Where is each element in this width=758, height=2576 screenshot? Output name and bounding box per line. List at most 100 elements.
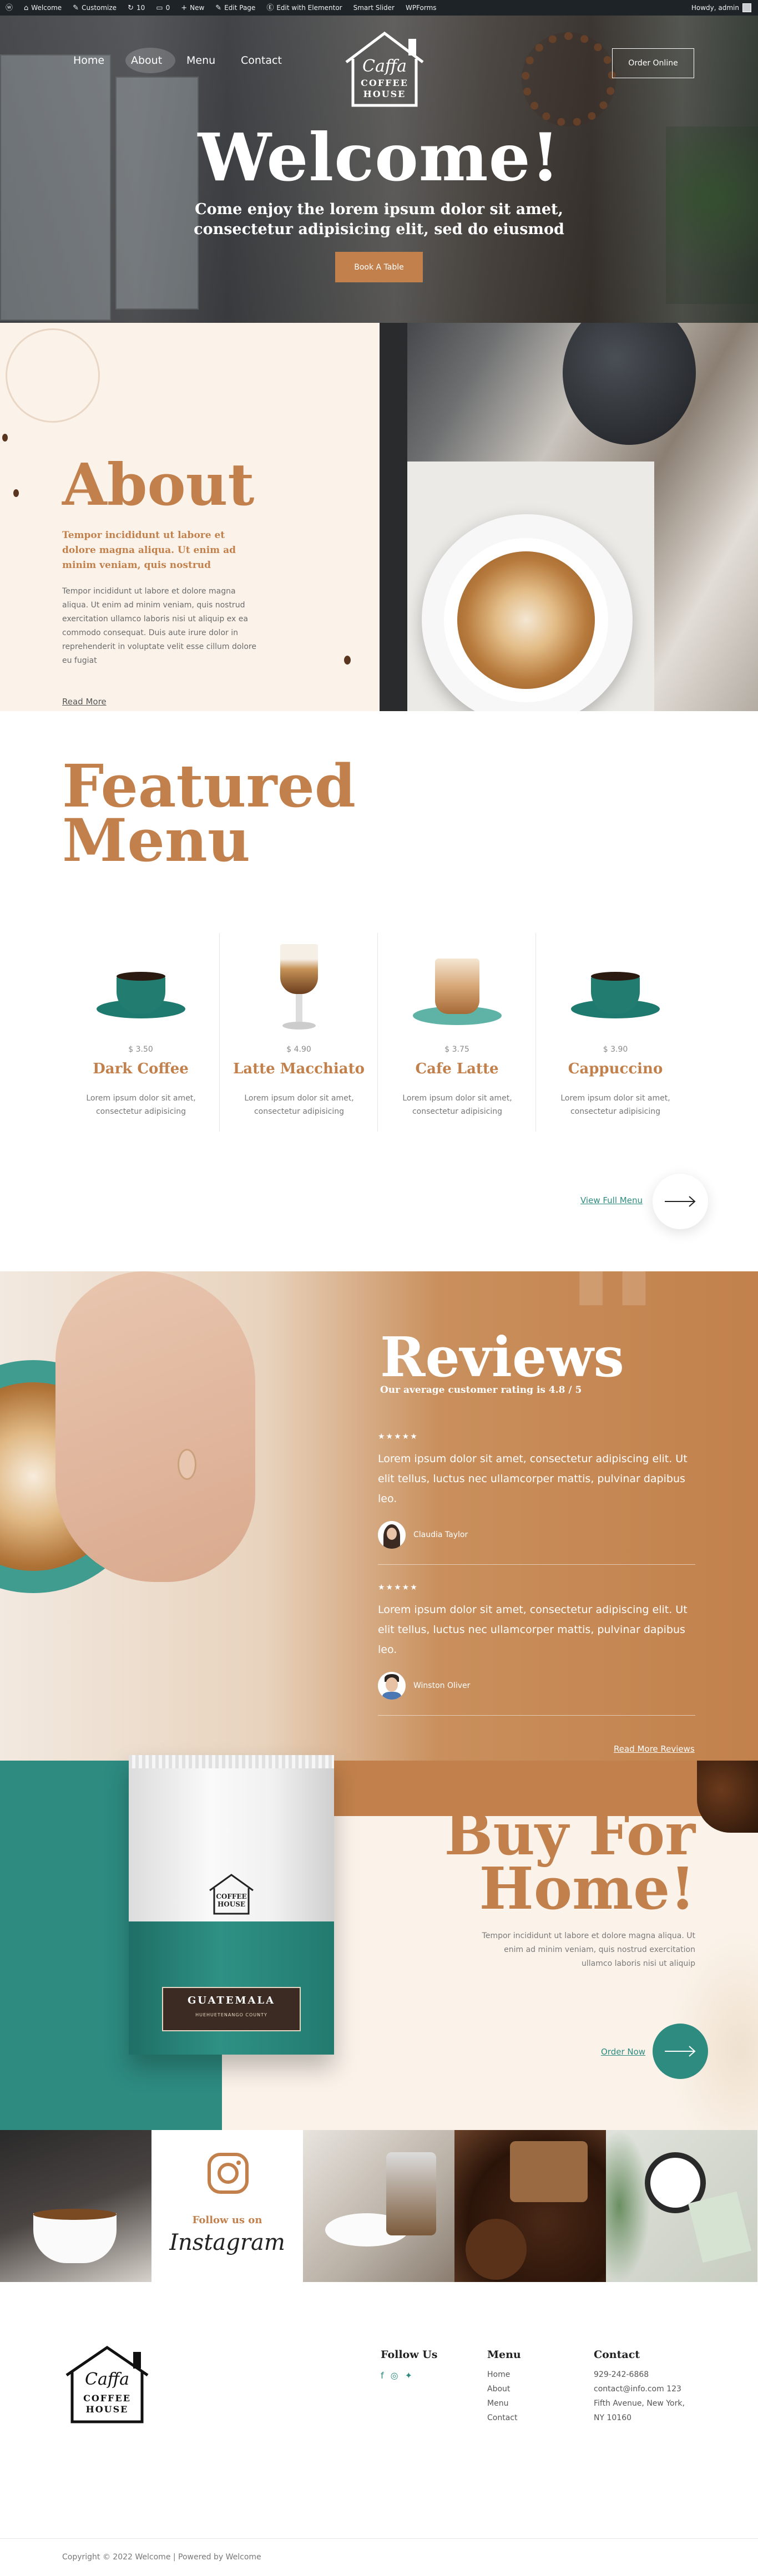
menu-desc: Lorem ipsum dolor sit amet, consectetur … <box>560 1094 670 1116</box>
review-stars: ★★★★★ <box>378 1432 418 1441</box>
featured-menu-title: Featured Menu <box>62 757 356 870</box>
review-author-name: Winston Oliver <box>413 1681 471 1690</box>
footer-menu-item[interactable]: Menu <box>487 2396 521 2411</box>
nav-about-highlight <box>125 48 175 73</box>
menu-name: Latte Macchiato <box>233 1061 365 1077</box>
instagram-follow-text: Follow us on <box>192 2214 262 2226</box>
footer-contact-address: Fifth Avenue, New York, <box>594 2399 685 2408</box>
wp-admin-bar: ⓦ ⌂ Welcome ✎ Customize ↻ 10 ▭ 0 + New ✎ Edit … <box>0 0 758 16</box>
glass-image <box>277 944 321 1038</box>
menu-card[interactable]: $ 3.75 Cafe Latte Lorem ipsum dolor sit … <box>378 933 536 1132</box>
hand <box>55 1271 255 1582</box>
reviews-section: " Reviews Our average customer rating is… <box>0 1227 758 1761</box>
twitter-icon[interactable]: ✦ <box>405 2369 412 2383</box>
nav-menu[interactable]: Menu <box>186 54 215 67</box>
footer-menu-item[interactable]: Contact <box>487 2411 521 2425</box>
footer-menu-item[interactable]: Home <box>487 2367 521 2382</box>
admin-avatar <box>742 3 751 12</box>
menu-card[interactable]: $ 3.90 Cappuccino Lorem ipsum dolor sit … <box>537 933 694 1132</box>
plus-icon: + <box>181 3 188 12</box>
teal-panel <box>0 1761 140 2130</box>
instagram-tile[interactable] <box>303 2130 454 2282</box>
instagram-tile[interactable] <box>454 2130 606 2282</box>
review-author-name: Claudia Taylor <box>413 1530 468 1539</box>
instagram-tile[interactable] <box>606 2130 757 2282</box>
logo-script: Caffa <box>362 57 407 76</box>
admin-elementor-label: Edit with Elementor <box>276 4 342 12</box>
coffee-bean-decor <box>13 489 19 497</box>
bag-logo-line2: HOUSE <box>217 1900 246 1908</box>
admin-new-label: New <box>190 4 205 12</box>
menu-name: Dark Coffee <box>93 1061 189 1077</box>
footer-contact-zip: NY 10160 <box>594 2413 632 2422</box>
photo-kettle <box>563 323 696 445</box>
footer-logo[interactable]: Caffa COFFEE HOUSE <box>62 2344 152 2427</box>
admin-wpforms[interactable]: WPForms <box>400 0 442 16</box>
nav-contact[interactable]: Contact <box>241 54 282 67</box>
wordpress-icon: ⓦ <box>6 3 13 12</box>
instagram-icon[interactable]: ◎ <box>391 2369 398 2383</box>
instagram-tile[interactable] <box>0 2130 151 2282</box>
facebook-icon[interactable]: f <box>381 2369 384 2383</box>
admin-elementor[interactable]: Ⓔ Edit with Elementor <box>261 0 347 16</box>
read-more-reviews-link[interactable]: Read More Reviews <box>614 1744 695 1754</box>
footer-menu-title: Menu <box>487 2349 521 2361</box>
footer-contact-phone[interactable]: 929-242-6868 <box>594 2367 685 2382</box>
photo-left-dark <box>380 323 407 711</box>
admin-greeting: Howdy, admin <box>691 4 739 12</box>
avatar <box>378 1672 406 1700</box>
about-lead: Tempor incididunt ut labore et dolore ma… <box>62 530 236 571</box>
review-author: Winston Oliver <box>378 1672 695 1700</box>
order-now-link[interactable]: Order Now <box>601 2047 645 2057</box>
review-divider <box>378 1564 695 1565</box>
coffee-ring-decor <box>6 328 100 423</box>
footer-copyright: Copyright © 2022 Welcome | Powered by We… <box>62 2553 261 2562</box>
menu-name: Cappuccino <box>568 1061 663 1077</box>
menu-card[interactable]: $ 4.90 Latte Macchiato Lorem ipsum dolor… <box>220 933 378 1132</box>
review-card: ★★★★★ Lorem ipsum dolor sit amet, consec… <box>378 1432 695 1565</box>
book-table-button[interactable]: Book A Table <box>335 252 423 282</box>
admin-account[interactable]: Howdy, admin <box>691 3 758 12</box>
review-stars: ★★★★★ <box>378 1583 418 1592</box>
admin-new[interactable]: + New <box>175 0 210 16</box>
review-text: Lorem ipsum dolor sit amet, consectetur … <box>378 1453 688 1505</box>
hero-title: Welcome! <box>198 119 560 196</box>
footer-menu-item[interactable]: About <box>487 2382 521 2396</box>
admin-customize[interactable]: ✎ Customize <box>67 0 122 16</box>
site-logo[interactable]: Caffa COFFEE HOUSE <box>340 28 429 111</box>
admin-edit-page[interactable]: ✎ Edit Page <box>210 0 261 16</box>
reviews-rating: Our average customer rating is 4.8 / 5 <box>380 1385 582 1396</box>
order-now-arrow-button[interactable] <box>653 2024 708 2079</box>
footer-logo-line2: HOUSE <box>85 2404 129 2415</box>
instagram-follow-tile[interactable]: Follow us on Instagram <box>151 2130 303 2282</box>
instagram-name: Instagram <box>169 2230 285 2255</box>
footer-divider <box>0 2538 758 2539</box>
wp-logo-item[interactable]: ⓦ <box>0 0 18 16</box>
admin-smart-slider[interactable]: Smart Slider <box>348 0 400 16</box>
about-section: About Tempor incididunt ut labore et dol… <box>0 323 380 711</box>
instagram-strip: Follow us on Instagram <box>0 2130 758 2282</box>
menu-price: $ 3.75 <box>444 1045 469 1054</box>
admin-site-name[interactable]: ⌂ Welcome <box>18 0 67 16</box>
buy-section: COFFEE HOUSE GUATEMALA HUEHUETENANGO COU… <box>0 1755 758 2130</box>
view-full-menu-link[interactable]: View Full Menu <box>580 1195 643 1205</box>
nav-home[interactable]: Home <box>73 54 104 67</box>
about-read-more-link[interactable]: Read More <box>62 697 107 707</box>
home-icon: ⌂ <box>24 3 29 12</box>
bag-sub: HUEHUETENANGO COUNTY <box>195 2012 267 2017</box>
order-online-button[interactable]: Order Online <box>612 48 694 78</box>
reviews-title: Reviews <box>380 1326 624 1390</box>
admin-updates[interactable]: ↻ 10 <box>122 0 150 16</box>
cup-image <box>97 955 185 1027</box>
arrow-right-icon <box>665 1196 696 1207</box>
admin-comments[interactable]: ▭ 0 <box>150 0 175 16</box>
elementor-icon: Ⓔ <box>266 3 274 12</box>
menu-price: $ 4.90 <box>286 1045 311 1054</box>
coffee-bean-decor <box>344 656 351 665</box>
menu-card[interactable]: $ 3.50 Dark Coffee Lorem ipsum dolor sit… <box>62 933 220 1132</box>
cup-image <box>571 955 660 1027</box>
avatar <box>378 1521 406 1549</box>
buy-title-line2: Home! <box>479 1854 696 1923</box>
footer-contact-email[interactable]: contact@info.com 123 <box>594 2382 685 2396</box>
bag-logo-line1: COFFEE <box>216 1893 247 1900</box>
